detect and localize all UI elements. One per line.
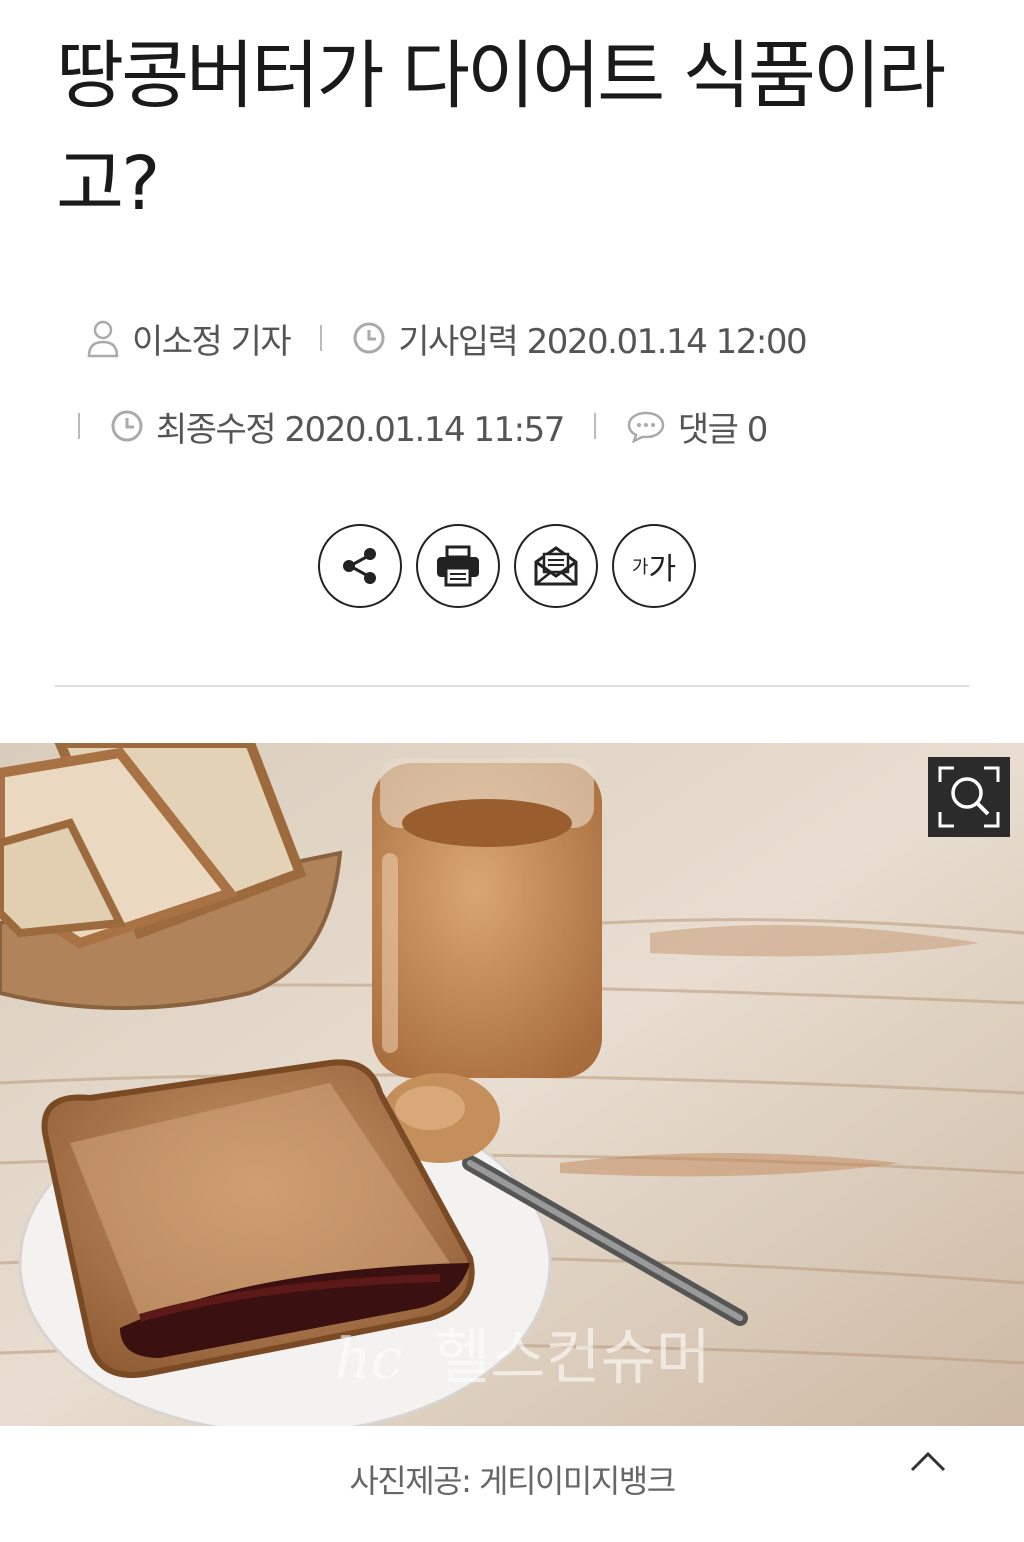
- reporter[interactable]: 이소정 기자: [86, 314, 292, 363]
- share-icon: [343, 548, 376, 584]
- clock-icon: [111, 410, 143, 442]
- zoom-button[interactable]: [928, 757, 1010, 837]
- published-date: 기사입력 2020.01.14 12:00: [352, 314, 808, 363]
- article-toolbar: 가가: [318, 524, 696, 608]
- person-icon: [87, 320, 119, 358]
- photo-caption: 사진제공: 게티이미지뱅크: [349, 1462, 676, 1500]
- meta-row-1: 이소정 기자 기사입력 2020.01.14 12:00: [86, 318, 808, 362]
- print-button[interactable]: [416, 524, 500, 608]
- email-button[interactable]: [514, 524, 598, 608]
- meta-row-2: 최종수정 2020.01.14 11:57 댓글 0: [78, 406, 768, 450]
- article-photo[interactable]: hc 헬스컨슈머: [0, 743, 1024, 1426]
- watermark-text: 헬스컨슈머: [435, 1323, 711, 1393]
- watermark-logo: hc: [335, 1327, 402, 1392]
- email-icon: [534, 546, 578, 586]
- font-large-label: 가: [648, 552, 677, 587]
- print-icon: [437, 545, 479, 587]
- font-small-label: 가: [631, 557, 649, 578]
- scroll-to-top-button[interactable]: [900, 1440, 956, 1484]
- divider: [593, 413, 596, 439]
- clock-icon: [353, 322, 385, 354]
- magnifier-icon: [938, 766, 1000, 828]
- peanut-butter-photo: hc 헬스컨슈머: [0, 743, 1024, 1426]
- modified-date: 최종수정 2020.01.14 11:57: [110, 402, 565, 451]
- reporter-name: 이소정 기자: [132, 321, 292, 362]
- font-size-button[interactable]: 가가: [612, 524, 696, 608]
- speech-bubble-icon: [627, 411, 665, 443]
- divider: [320, 325, 323, 351]
- divider: [78, 413, 80, 439]
- divider-line: [55, 685, 969, 687]
- share-button[interactable]: [318, 524, 402, 608]
- chevron-up-icon: [910, 1451, 946, 1472]
- article-title: 땅콩버터가 다이어트 식품이라고?: [56, 33, 946, 227]
- comments-link[interactable]: 댓글 0: [626, 402, 768, 451]
